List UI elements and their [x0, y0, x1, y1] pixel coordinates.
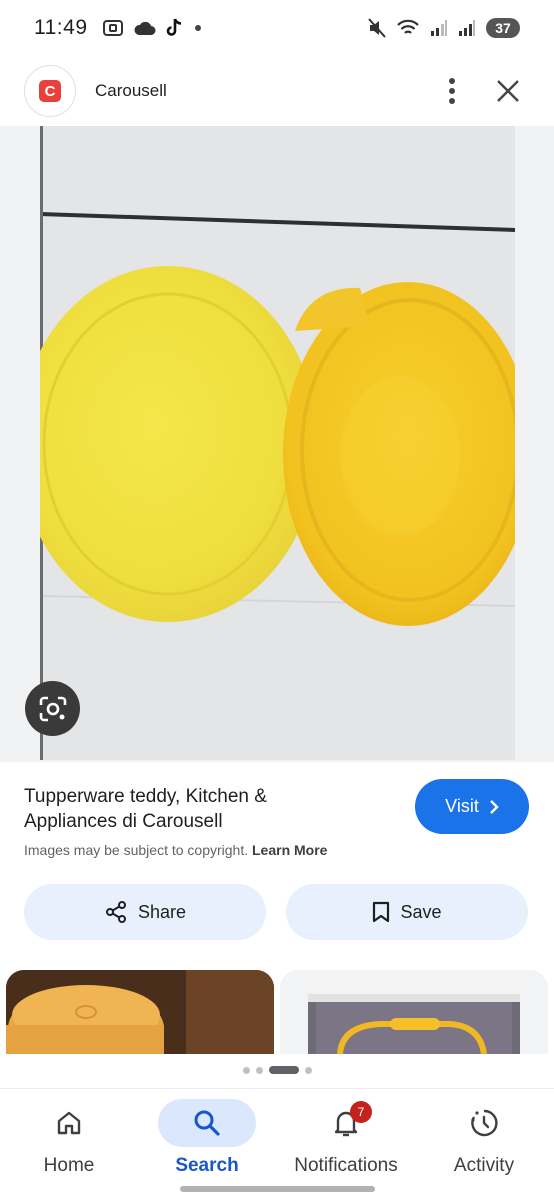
nav-search-icon-wrap — [158, 1099, 256, 1147]
copyright-notice: Images may be subject to copyright. Lear… — [24, 842, 327, 858]
tupperware-lids-image — [40, 126, 515, 760]
search-icon — [194, 1110, 220, 1136]
nav-activity-icon-wrap — [435, 1099, 533, 1147]
copyright-text: Images may be subject to copyright. — [24, 842, 249, 858]
pager-dots — [0, 1066, 554, 1074]
status-bar: 11:49 37 — [0, 0, 554, 56]
nav-item-search[interactable]: Search — [138, 1089, 276, 1201]
result-title[interactable]: Tupperware teddy, Kitchen & Appliances d… — [24, 784, 324, 834]
home-icon — [57, 1111, 81, 1135]
site-name: Carousell — [95, 81, 167, 100]
cloud-icon — [133, 21, 155, 35]
google-lens-button[interactable] — [25, 681, 80, 736]
share-label: Share — [137, 901, 187, 922]
status-notification-icons — [102, 18, 202, 38]
notification-badge: 7 — [350, 1101, 372, 1123]
bookmark-icon — [373, 901, 390, 923]
activity-icon — [471, 1109, 498, 1137]
more-dot-icon — [194, 25, 201, 31]
logo-mark: C — [39, 80, 61, 102]
related-image-1-graphic — [6, 970, 274, 1054]
visit-label: Visit — [445, 796, 479, 816]
gesture-home-bar[interactable] — [180, 1186, 375, 1192]
nav-label-notifications: Notifications — [294, 1155, 398, 1176]
related-image-2-graphic — [280, 970, 548, 1054]
nav-item-notifications[interactable]: 7 Notifications — [277, 1089, 415, 1201]
share-button[interactable]: Share — [24, 884, 266, 940]
nav-item-home[interactable]: Home — [0, 1089, 138, 1201]
screenshot-icon — [102, 20, 123, 36]
tiktok-icon — [166, 18, 181, 36]
nav-notifications-icon-wrap: 7 — [297, 1099, 395, 1147]
signal-icon-2 — [459, 20, 475, 36]
wifi-icon — [397, 19, 419, 34]
pager-dot — [255, 1066, 263, 1074]
nav-label-search: Search — [175, 1155, 239, 1176]
chevron-right-icon — [489, 799, 499, 814]
bottom-navigation: Home Search 7 Notifications Activity — [0, 1088, 554, 1200]
mute-icon — [368, 18, 386, 38]
header-actions — [448, 77, 530, 105]
share-icon — [105, 901, 126, 923]
save-label: Save — [400, 901, 442, 922]
save-button[interactable]: Save — [286, 884, 528, 940]
related-image-1[interactable] — [6, 970, 274, 1054]
pager-dot — [242, 1066, 250, 1074]
close-icon[interactable] — [496, 79, 520, 103]
status-time: 11:49 — [34, 16, 88, 39]
result-header: C Carousell — [0, 56, 554, 126]
pager-dot-active — [268, 1066, 299, 1074]
nav-label-activity: Activity — [453, 1155, 515, 1176]
nav-item-activity[interactable]: Activity — [415, 1089, 553, 1201]
lens-icon — [39, 696, 66, 721]
status-system-icons: 37 — [368, 18, 520, 38]
product-photo[interactable] — [40, 126, 515, 760]
related-images — [0, 970, 554, 1054]
nav-label-home: Home — [43, 1155, 95, 1176]
more-vert-icon[interactable] — [448, 77, 456, 105]
image-preview — [0, 126, 554, 762]
carousell-logo: C — [24, 65, 76, 117]
learn-more-link[interactable]: Learn More — [252, 842, 327, 858]
nav-home-icon-wrap — [20, 1099, 118, 1147]
battery-indicator: 37 — [486, 18, 520, 38]
signal-icon-1 — [431, 20, 447, 36]
pager-dot — [304, 1066, 312, 1074]
action-row: Share Save — [24, 884, 528, 940]
related-image-2[interactable] — [280, 970, 548, 1054]
visit-button[interactable]: Visit — [415, 779, 529, 834]
